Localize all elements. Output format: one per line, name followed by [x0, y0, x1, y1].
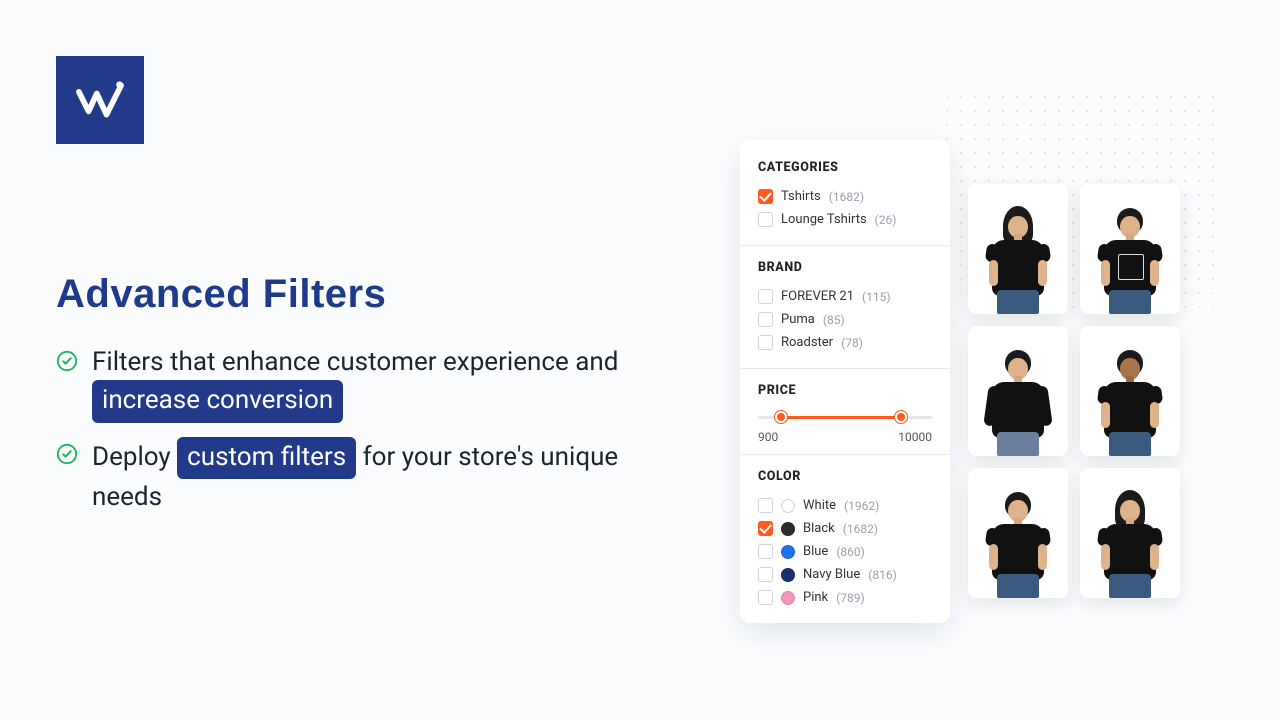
section-title-price: PRICE: [758, 383, 932, 398]
filter-option-blue[interactable]: Blue (860): [758, 540, 932, 563]
slider-handle-low[interactable]: [775, 411, 787, 423]
slider-track: [781, 416, 901, 419]
bullet-2-pre: Deploy: [92, 442, 177, 472]
checkbox-icon[interactable]: [758, 590, 773, 605]
bullet-1-pre: Filters that enhance customer experience…: [92, 347, 618, 377]
logo-w-icon: [74, 74, 126, 126]
page-title: Advanced Filters: [56, 272, 386, 317]
option-label: Roadster: [781, 335, 833, 350]
categories-options: Tshirts (1682) Lounge Tshirts (26): [758, 185, 932, 231]
filter-option-black[interactable]: Black (1682): [758, 517, 932, 540]
product-card[interactable]: [1080, 184, 1180, 314]
price-max-label: 10000: [898, 430, 932, 444]
divider: [740, 368, 950, 369]
brand-options: FOREVER 21 (115) Puma (85) Roadster (78): [758, 285, 932, 354]
option-count: (26): [875, 213, 897, 227]
option-count: (860): [836, 545, 865, 559]
color-swatch-icon: [781, 591, 795, 605]
bullet-1-text: Filters that enhance customer experience…: [92, 344, 656, 423]
product-card[interactable]: [968, 468, 1068, 598]
product-card[interactable]: [968, 184, 1068, 314]
bullet-1-highlight: increase conversion: [92, 380, 343, 422]
option-label: Pink: [803, 590, 828, 605]
checkbox-icon[interactable]: [758, 498, 773, 513]
option-count: (1962): [844, 499, 879, 513]
checkbox-icon[interactable]: [758, 544, 773, 559]
filter-option-navy-blue[interactable]: Navy Blue (816): [758, 563, 932, 586]
option-label: Blue: [803, 544, 828, 559]
color-swatch-icon: [781, 568, 795, 582]
product-grid: [968, 184, 1180, 598]
feature-bullets: Filters that enhance customer experience…: [56, 330, 656, 516]
color-options: White (1962) Black (1682) Blue (860) Nav…: [758, 494, 932, 609]
option-count: (115): [862, 290, 891, 304]
divider: [740, 454, 950, 455]
checkbox-icon[interactable]: [758, 312, 773, 327]
product-card[interactable]: [1080, 326, 1180, 456]
checkbox-icon[interactable]: [758, 567, 773, 582]
option-count: (1682): [829, 190, 864, 204]
divider: [740, 245, 950, 246]
bullet-2: Deploy custom filters for your store's u…: [56, 437, 656, 516]
color-swatch-icon: [781, 545, 795, 559]
option-count: (816): [868, 568, 897, 582]
brand-logo: [56, 56, 144, 144]
checkbox-icon[interactable]: [758, 521, 773, 536]
filter-option-pink[interactable]: Pink (789): [758, 586, 932, 609]
price-slider[interactable]: 900 10000: [758, 408, 932, 444]
check-circle-icon: [56, 350, 78, 376]
option-count: (78): [841, 336, 863, 350]
option-label: Navy Blue: [803, 567, 860, 582]
option-label: Tshirts: [781, 189, 821, 204]
checkbox-icon[interactable]: [758, 335, 773, 350]
filter-panel: CATEGORIES Tshirts (1682) Lounge Tshirts…: [740, 140, 950, 623]
filter-option-white[interactable]: White (1962): [758, 494, 932, 517]
option-label: Black: [803, 521, 835, 536]
check-circle-icon: [56, 443, 78, 469]
option-label: Lounge Tshirts: [781, 212, 867, 227]
color-swatch-icon: [781, 522, 795, 536]
checkbox-icon[interactable]: [758, 289, 773, 304]
filter-option-puma[interactable]: Puma (85): [758, 308, 932, 331]
filter-option-forever21[interactable]: FOREVER 21 (115): [758, 285, 932, 308]
option-count: (85): [823, 313, 845, 327]
bullet-2-text: Deploy custom filters for your store's u…: [92, 437, 656, 516]
checkbox-icon[interactable]: [758, 189, 773, 204]
checkbox-icon[interactable]: [758, 212, 773, 227]
product-card[interactable]: [968, 326, 1068, 456]
filter-option-lounge-tshirts[interactable]: Lounge Tshirts (26): [758, 208, 932, 231]
price-min-label: 900: [758, 430, 778, 444]
option-label: Puma: [781, 312, 815, 327]
section-title-categories: CATEGORIES: [758, 160, 932, 175]
product-card[interactable]: [1080, 468, 1180, 598]
section-title-color: COLOR: [758, 469, 932, 484]
bullet-2-highlight: custom filters: [177, 437, 356, 479]
bullet-1: Filters that enhance customer experience…: [56, 344, 656, 423]
option-count: (789): [836, 591, 865, 605]
filter-option-tshirts[interactable]: Tshirts (1682): [758, 185, 932, 208]
option-count: (1682): [843, 522, 878, 536]
filter-option-roadster[interactable]: Roadster (78): [758, 331, 932, 354]
option-label: FOREVER 21: [781, 289, 854, 304]
color-swatch-icon: [781, 499, 795, 513]
option-label: White: [803, 498, 836, 513]
slider-handle-high[interactable]: [895, 411, 907, 423]
section-title-brand: BRAND: [758, 260, 932, 275]
